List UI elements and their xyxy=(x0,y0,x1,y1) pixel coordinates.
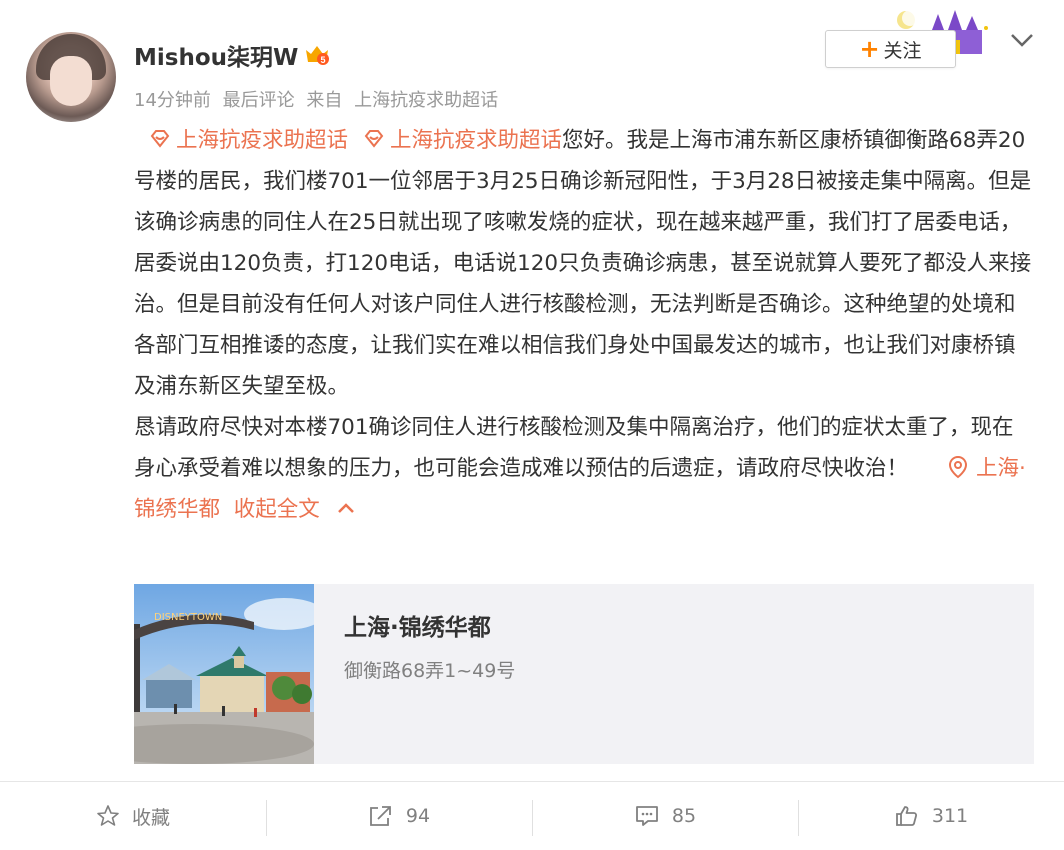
location-card[interactable]: DISNEYTOWN 上海·锦绣华都 御衡路68弄1~49号 xyxy=(134,584,1034,764)
post-text-1: 您好。我是上海市浦东新区康桥镇御衡路68弄20号楼的居民，我们楼701一位邻居于… xyxy=(134,128,1032,399)
favorite-label: 收藏 xyxy=(131,806,170,829)
repost-count: 94 xyxy=(405,805,431,827)
favorite-button[interactable]: 收藏 xyxy=(0,782,266,850)
post-source[interactable]: 上海抗疫求助超话 xyxy=(354,90,498,111)
post-content: 上海抗疫求助超话 上海抗疫求助超话您好。我是上海市浦东新区康桥镇御衡路68弄20号… xyxy=(134,120,1034,530)
like-count: 311 xyxy=(931,805,969,827)
location-thumbnail: DISNEYTOWN xyxy=(134,584,314,764)
post-paragraph-1: 上海抗疫求助超话 上海抗疫求助超话您好。我是上海市浦东新区康桥镇御衡路68弄20号… xyxy=(134,120,1034,407)
topic-link-1[interactable]: 上海抗疫求助超话 xyxy=(176,128,348,153)
follow-label: 关注 xyxy=(883,39,922,62)
vip-level: 5 xyxy=(320,55,325,65)
topic-link-2[interactable]: 上海抗疫求助超话 xyxy=(390,128,562,153)
post-paragraph-2: 恳请政府尽快对本楼701确诊同住人进行核酸检测及集中隔离治疗，他们的症状太重了，… xyxy=(134,407,1034,530)
comment-count: 85 xyxy=(671,805,697,827)
thumbnail-sign: DISNEYTOWN xyxy=(154,612,222,623)
avatar-face xyxy=(50,56,92,106)
chevron-down-icon[interactable] xyxy=(1009,30,1035,50)
last-comment-label: 最后评论 xyxy=(222,90,295,111)
chevron-up-icon[interactable] xyxy=(336,501,356,515)
star-icon xyxy=(97,805,119,826)
repost-button[interactable]: 94 xyxy=(266,782,532,850)
follow-button[interactable]: + 关注 xyxy=(825,30,956,68)
share-icon xyxy=(370,806,391,826)
comment-icon xyxy=(636,806,658,826)
thumbs-up-icon xyxy=(895,806,917,826)
username[interactable]: Mishou柒玥W xyxy=(134,38,298,72)
topic-diamond-icon xyxy=(150,130,170,148)
location-card-title: 上海·锦绣华都 xyxy=(344,615,491,641)
avatar[interactable] xyxy=(26,32,116,122)
location-card-address: 御衡路68弄1~49号 xyxy=(344,660,516,682)
post-text-2: 恳请政府尽快对本楼701确诊同住人进行核酸检测及集中隔离治疗，他们的症状太重了，… xyxy=(134,415,1014,481)
location-pin-icon xyxy=(949,455,968,479)
post-time[interactable]: 14分钟前 xyxy=(134,90,211,111)
comment-button[interactable]: 85 xyxy=(532,782,798,850)
like-button[interactable]: 311 xyxy=(798,782,1064,850)
follow-plus-icon: + xyxy=(859,35,880,63)
from-label: 来自 xyxy=(306,90,343,111)
post-meta: 14分钟前 最后评论 来自 上海抗疫求助超话 xyxy=(134,86,504,112)
collapse-text-link[interactable]: 收起全文 xyxy=(234,497,320,522)
action-bar: 收藏 94 85 311 xyxy=(0,782,1064,850)
vip-crown-icon: 5 xyxy=(306,46,329,65)
topic-diamond-icon xyxy=(364,130,384,148)
